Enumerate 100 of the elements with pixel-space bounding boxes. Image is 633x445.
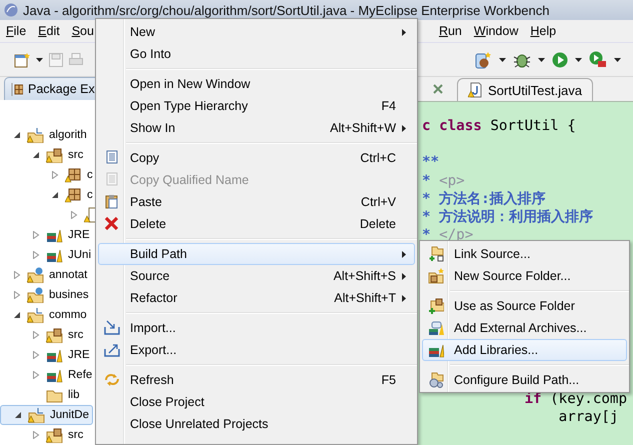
menu-item[interactable]: Refresh F5 [98, 369, 415, 391]
code-line: * 方法名:插入排序 [422, 190, 546, 207]
menu-item[interactable]: File [0, 24, 32, 38]
folder-link-icon [428, 246, 444, 262]
menu-item[interactable]: Refactor Alt+Shift+T [98, 287, 415, 309]
import-icon [104, 320, 120, 336]
folder-globe-icon [27, 267, 44, 283]
folder-gear-icon [428, 372, 444, 388]
collapsed-arrow-icon[interactable] [32, 231, 40, 239]
menu-item[interactable]: Delete Delete [98, 213, 415, 235]
tree-item-label[interactable]: src [68, 149, 84, 161]
code-line: * <p> [422, 172, 465, 189]
menu-item[interactable]: Export... [98, 339, 415, 361]
expanded-arrow-icon[interactable] [32, 151, 40, 159]
books-icon [428, 342, 444, 358]
new-wizard-icon[interactable] [14, 52, 30, 68]
selected-tree-row[interactable]: JunitDe [0, 405, 93, 425]
menu-item[interactable]: Close Unrelated Projects [98, 413, 415, 435]
run-icon[interactable] [552, 52, 568, 68]
menu-item[interactable]: New Source Folder... [422, 265, 627, 287]
code-line: c class SortUtil { [422, 118, 576, 134]
expanded-arrow-icon[interactable] [51, 191, 59, 199]
refresh-icon [104, 372, 120, 388]
package-folder-icon [46, 427, 63, 443]
collapsed-arrow-icon[interactable] [32, 331, 40, 339]
menu-item[interactable]: Build Path [98, 243, 415, 265]
expanded-arrow-icon[interactable] [13, 131, 21, 139]
package-view-icon [11, 82, 23, 96]
java-file-warning-icon [468, 82, 482, 98]
copy-icon [104, 150, 120, 166]
tree-item-label[interactable]: src [68, 429, 84, 441]
tree-item-label[interactable]: JUni [68, 249, 92, 261]
app-logo-icon [4, 3, 18, 17]
tree-item-label[interactable]: c [87, 189, 93, 201]
menu-item[interactable]: Add Libraries... [422, 339, 627, 361]
bug-icon[interactable] [513, 52, 531, 68]
menu-item[interactable]: Open Type Hierarchy F4 [98, 95, 415, 117]
menu-item[interactable]: Run [432, 24, 468, 38]
jar-books-icon [428, 320, 444, 336]
code-line: ** [422, 154, 440, 170]
tree-item-label[interactable]: busines [49, 289, 89, 301]
menu-item[interactable]: Source Alt+Shift+S [98, 265, 415, 287]
dropdown-caret-icon[interactable] [614, 58, 621, 62]
menu-item[interactable]: Open in New Window [98, 73, 415, 95]
tree-item-label[interactable]: lib [68, 389, 80, 401]
dropdown-caret-icon[interactable] [36, 58, 43, 62]
collapsed-arrow-icon[interactable] [32, 371, 40, 379]
editor-tab[interactable]: SortUtilTest.java [457, 78, 593, 101]
package-folder-icon [46, 327, 63, 343]
menu-item[interactable]: Go Into [98, 43, 415, 65]
dropdown-caret-icon[interactable] [575, 58, 582, 62]
folder-warning-icon [27, 307, 44, 323]
dropdown-caret-icon[interactable] [499, 58, 506, 62]
menu-item[interactable]: Help [524, 24, 562, 38]
tree-item-label[interactable]: JunitDe [50, 409, 89, 421]
close-icon[interactable] [433, 84, 443, 94]
bean-jar-icon[interactable] [474, 50, 492, 68]
dropdown-caret-icon[interactable] [538, 58, 545, 62]
tree-item-label[interactable]: Refe [68, 369, 92, 381]
expanded-arrow-icon[interactable] [14, 411, 22, 419]
collapsed-arrow-icon[interactable] [32, 251, 40, 259]
tree-item-label[interactable]: JRE [68, 349, 90, 361]
menu-item[interactable]: Add External Archives... [422, 317, 627, 339]
collapsed-arrow-icon[interactable] [70, 211, 78, 219]
code-line: * 方法说明：利用插入排序 [422, 208, 594, 225]
collapsed-arrow-icon[interactable] [32, 431, 40, 439]
books-icon [46, 227, 63, 243]
books-icon [46, 247, 63, 263]
menu-item[interactable]: Close Project [98, 391, 415, 413]
folder-warning-icon [27, 127, 44, 143]
menu-item[interactable]: Import... [98, 317, 415, 339]
package-folder-icon [46, 147, 63, 163]
menu-item[interactable]: Show In Alt+Shift+W [98, 117, 415, 139]
collapsed-arrow-icon[interactable] [13, 291, 21, 299]
run-toolbox-icon[interactable] [589, 51, 607, 68]
collapsed-arrow-icon[interactable] [51, 171, 59, 179]
collapsed-arrow-icon[interactable] [32, 351, 40, 359]
menu-item[interactable]: Link Source... [422, 243, 627, 265]
tree-item-label[interactable]: algorith [49, 129, 87, 141]
tree-item-label[interactable]: c [87, 169, 93, 181]
menu-item[interactable]: Use as Source Folder [422, 295, 627, 317]
menu-item[interactable]: Copy Ctrl+C [98, 147, 415, 169]
menu-item[interactable]: Paste Ctrl+V [98, 191, 415, 213]
menu-item[interactable]: New [98, 21, 415, 43]
menu-item[interactable]: Configure Build Path... [422, 369, 627, 391]
menu-item[interactable]: Edit [32, 24, 66, 38]
folder-warning-icon [28, 407, 45, 423]
menu-item[interactable]: Window [468, 24, 524, 38]
books-icon [46, 367, 63, 383]
package-icon [65, 187, 82, 203]
tree-item-label[interactable]: commo [49, 309, 87, 321]
clipboard-icon [104, 194, 120, 210]
tree-item-label[interactable]: src [68, 329, 84, 341]
expanded-arrow-icon[interactable] [13, 311, 21, 319]
books-icon [46, 347, 63, 363]
code-line: array[j [558, 409, 618, 425]
tree-item-label[interactable]: JRE [68, 229, 90, 241]
collapsed-arrow-icon[interactable] [13, 271, 21, 279]
window-title: Java - algorithm/src/org/chou/algorithm/sort/SortUtil.java - MyEclipse Enterprise Workbench [23, 2, 550, 18]
tree-item-label[interactable]: annotat [49, 269, 88, 281]
